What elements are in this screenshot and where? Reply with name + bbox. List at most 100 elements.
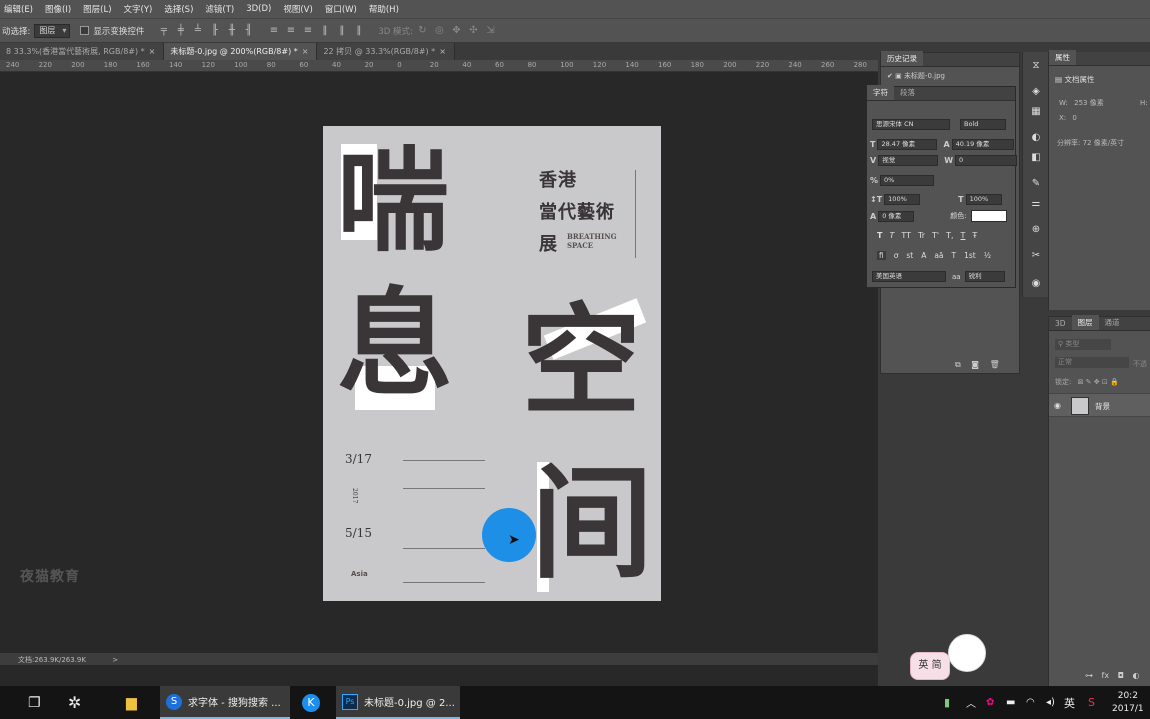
menu-view[interactable]: 视图(V)	[283, 3, 312, 15]
close-icon[interactable]: ×	[302, 47, 309, 56]
history-item[interactable]: ✔ ▣ 未标题-0.jpg	[881, 67, 1019, 85]
ime-mascot[interactable]: 英 简	[906, 630, 996, 686]
link-icon[interactable]: ⊶	[1085, 671, 1093, 680]
sogou-tray-icon[interactable]: S	[1088, 686, 1095, 719]
menu-layer[interactable]: 图层(L)	[83, 3, 111, 15]
ligatures-button[interactable]: fi	[877, 251, 886, 260]
menu-select[interactable]: 选择(S)	[164, 3, 193, 15]
layer-kind-filter[interactable]: ⚲ 类型	[1055, 339, 1111, 350]
menu-type[interactable]: 文字(Y)	[124, 3, 153, 15]
subscript-button[interactable]: T,	[946, 231, 953, 240]
camera-icon[interactable]: ◙	[971, 360, 979, 369]
close-icon[interactable]: ×	[439, 47, 446, 56]
table-icon[interactable]: ▦	[1030, 106, 1042, 118]
menu-help[interactable]: 帮助(H)	[369, 3, 399, 15]
antialias-select[interactable]: 锐利	[964, 271, 1005, 282]
menu-3d[interactable]: 3D(D)	[246, 4, 271, 14]
brush-icon[interactable]: ✎	[1030, 178, 1042, 190]
tray-flower-icon[interactable]: ✿	[986, 686, 994, 719]
tab-history[interactable]: 历史记录	[881, 51, 923, 66]
tsume-field[interactable]: 0%	[880, 175, 935, 186]
volume-icon[interactable]: ◂)	[1046, 686, 1055, 719]
horizontal-scale-field[interactable]: 100%	[965, 194, 1002, 205]
menu-window[interactable]: 窗口(W)	[325, 3, 357, 15]
tool-presets-icon[interactable]: ✂	[1030, 250, 1042, 262]
swash-button[interactable]: st	[906, 251, 913, 260]
history-icon[interactable]: ⧖	[1030, 60, 1042, 72]
all-caps-button[interactable]: TT	[901, 231, 911, 240]
file-explorer-icon[interactable]: ▆	[126, 686, 137, 719]
pinwheel-app-icon[interactable]: ✲	[68, 686, 81, 719]
color-swatch[interactable]	[970, 210, 1007, 222]
align-bottom-icon[interactable]: ╧	[192, 25, 203, 36]
tab-paragraph[interactable]: 段落	[894, 85, 921, 100]
superscript-button[interactable]: T'	[932, 231, 939, 240]
baseline-shift-field[interactable]: 0 像素	[878, 210, 915, 222]
ornaments-button[interactable]: T	[952, 251, 957, 260]
auto-select-dropdown[interactable]: 图层	[34, 23, 71, 38]
visibility-eye-icon[interactable]: ◉	[1054, 401, 1061, 410]
stylistic-alternates-button[interactable]: A	[921, 251, 926, 260]
distribute-left-icon[interactable]: ‖	[319, 25, 330, 36]
adjustments-icon[interactable]: ◐	[1030, 132, 1042, 144]
fractions-button[interactable]: ½	[984, 251, 991, 260]
styles-icon[interactable]: ◧	[1030, 152, 1042, 164]
tab-doc-2[interactable]: 未标题-0.jpg @ 200%(RGB/8#) * ×	[164, 43, 318, 60]
faux-bold-button[interactable]: T	[877, 231, 882, 240]
tab-channels[interactable]: 通道	[1099, 315, 1126, 330]
3d-slide-icon[interactable]: ✣	[468, 25, 479, 36]
adjustment-layer-icon[interactable]: ◐	[1133, 671, 1140, 680]
close-icon[interactable]: ×	[149, 47, 156, 56]
kugou-icon[interactable]: K	[302, 686, 320, 719]
3d-icon[interactable]: ◈	[1030, 86, 1042, 98]
align-right-icon[interactable]: ╢	[243, 25, 254, 36]
menu-image[interactable]: 图像(I)	[45, 3, 71, 15]
task-view-icon[interactable]: ❐	[28, 686, 41, 719]
language-select[interactable]: 美国英语	[872, 271, 946, 282]
status-menu-arrow[interactable]: >	[112, 656, 118, 664]
small-caps-button[interactable]: Tr	[918, 231, 925, 240]
layer-row-background[interactable]: ◉ 背景	[1049, 393, 1150, 417]
font-style-select[interactable]: Bold	[960, 119, 1006, 130]
distribute-right-icon[interactable]: ‖	[353, 25, 364, 36]
show-hidden-icons[interactable]: ︿	[966, 686, 976, 719]
distribute-top-icon[interactable]: ≡	[268, 25, 279, 36]
align-left-icon[interactable]: ╟	[209, 25, 220, 36]
align-top-icon[interactable]: ╤	[158, 25, 169, 36]
taskbar-app-browser[interactable]: S 求字体 - 搜狗搜索 ...	[160, 686, 290, 719]
3d-scale-icon[interactable]: ⇲	[485, 25, 496, 36]
trash-icon[interactable]: 🗑	[990, 360, 1000, 369]
align-vcenter-icon[interactable]: ╪	[175, 25, 186, 36]
tab-character[interactable]: 字符	[867, 85, 894, 100]
fx-icon[interactable]: fx	[1102, 671, 1110, 680]
ime-indicator[interactable]: 英	[1064, 686, 1075, 719]
lock-icons[interactable]: ⊠ ✎ ✥ ⊡ 🔒	[1078, 378, 1119, 386]
timeline-icon[interactable]: ◉	[1030, 278, 1042, 290]
leading-field[interactable]: 40.19 像素	[951, 139, 1014, 150]
battery-icon[interactable]: ▮	[944, 686, 950, 719]
tracking-field[interactable]: 0	[955, 155, 1018, 166]
distribute-bottom-icon[interactable]: ≡	[302, 25, 313, 36]
distribute-hcenter-icon[interactable]: ‖	[336, 25, 347, 36]
wifi-icon[interactable]: ◠	[1026, 686, 1035, 719]
layer-name[interactable]: 背景	[1095, 401, 1110, 412]
strikethrough-button[interactable]: Ŧ	[972, 231, 977, 240]
taskbar-app-photoshop[interactable]: Ps 未标题-0.jpg @ 2...	[336, 686, 460, 719]
new-snapshot-icon[interactable]: ⧉	[955, 360, 961, 369]
vertical-scale-field[interactable]: 100%	[884, 194, 921, 205]
tab-layers[interactable]: 图层	[1071, 315, 1099, 330]
menu-filter[interactable]: 滤镜(T)	[205, 3, 234, 15]
mask-icon[interactable]: ◘	[1118, 671, 1124, 680]
blend-mode-select[interactable]: 正常	[1055, 357, 1129, 368]
old-style-button[interactable]: ơ	[894, 251, 899, 260]
underline-button[interactable]: T	[961, 231, 966, 240]
distribute-vcenter-icon[interactable]: ≡	[285, 25, 296, 36]
kerning-field[interactable]: 视觉	[878, 155, 939, 166]
3d-rotate-icon[interactable]: ↻	[417, 25, 428, 36]
clone-source-icon[interactable]: ⊕	[1030, 224, 1042, 236]
menu-edit[interactable]: 编辑(E)	[4, 3, 33, 15]
3d-roll-icon[interactable]: ◎	[434, 25, 445, 36]
ordinals-button[interactable]: 1st	[964, 251, 976, 260]
tab-properties[interactable]: 属性	[1049, 50, 1076, 65]
show-transform-checkbox[interactable]	[80, 26, 90, 35]
